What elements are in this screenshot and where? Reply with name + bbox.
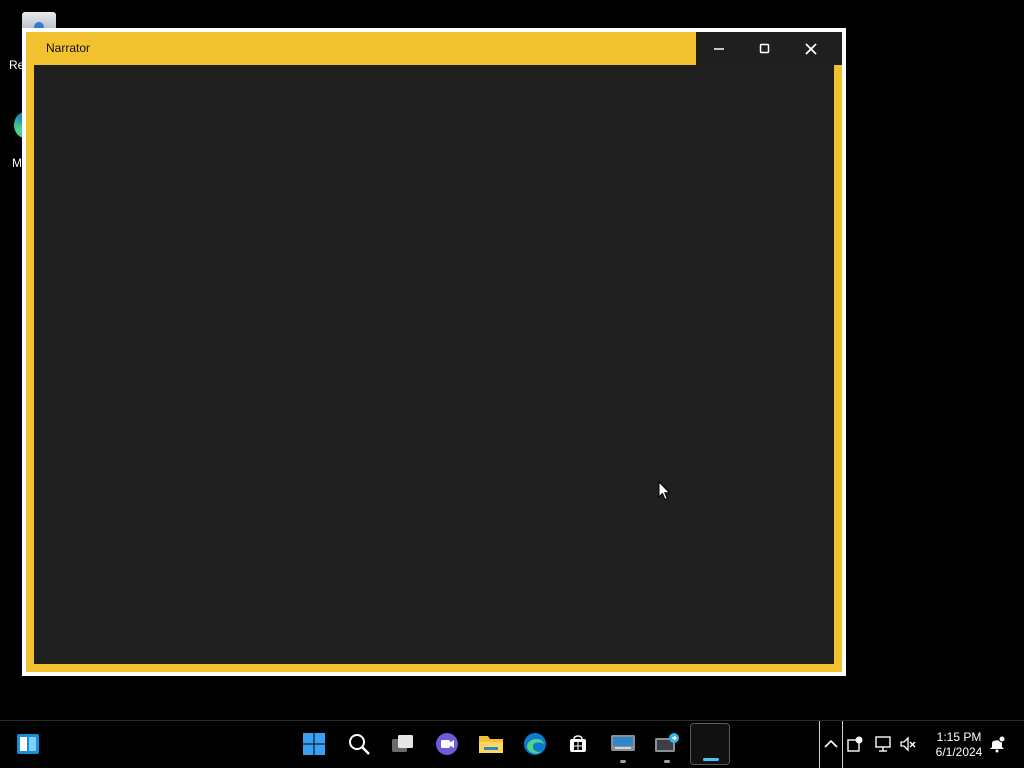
on-screen-keyboard-button[interactable] [603,723,643,765]
search-icon [349,734,370,755]
start-icon [303,733,325,755]
close-button[interactable] [788,32,834,65]
close-icon [805,42,817,55]
remote-desktop-icon [655,733,679,752]
clock-date: 6/1/2024 [935,745,983,759]
clock-time: 1:15 PM [936,730,982,744]
chevron-up-icon [824,739,838,748]
taskbar-clock[interactable]: 1:15 PM 6/1/2024 [926,730,992,760]
edge-desktop-label: M [12,156,22,170]
show-hidden-icons-button[interactable] [819,723,843,765]
narrator-window: Narrator [22,28,846,676]
narrator-taskbar-button[interactable] [690,723,730,765]
widgets-button[interactable] [8,723,48,765]
title-bar[interactable]: Narrator [26,32,842,65]
mouse-cursor-icon [658,481,671,501]
volume-muted-icon [900,736,916,752]
teams-chat-icon [436,733,458,755]
file-explorer-icon [479,736,503,753]
window-title: Narrator [46,41,91,55]
edge-icon [524,733,546,755]
title-bar-highlight [26,32,696,65]
chat-button[interactable] [427,723,467,765]
narrator-client-area [34,65,834,664]
maximize-button[interactable] [742,32,788,65]
security-icon [847,736,863,752]
search-button[interactable] [339,723,379,765]
security-tray-button[interactable] [843,723,867,765]
narrator-frame: Narrator [26,32,842,672]
taskbar: 1:15 PM 6/1/2024 [0,720,1024,768]
notification-button[interactable] [985,723,1009,765]
task-view-button[interactable] [383,723,423,765]
windows-logo-icon [17,734,39,754]
task-view-icon [392,735,413,752]
edge-button[interactable] [515,723,555,765]
maximize-icon [759,43,770,53]
narrator-icon [700,735,720,751]
minimize-button[interactable] [696,32,742,65]
volume-tray-button[interactable] [896,723,920,765]
desktop: Re M Narrator [0,0,1024,720]
file-explorer-button[interactable] [471,723,511,765]
network-tray-button[interactable] [871,723,895,765]
notification-icon [990,735,1006,753]
start-button[interactable] [294,723,334,765]
remote-desktop-button[interactable] [647,723,687,765]
store-icon [570,735,586,752]
minimize-icon [714,47,724,50]
on-screen-keyboard-icon [611,735,635,751]
store-button[interactable] [558,723,598,765]
network-icon [875,736,891,752]
